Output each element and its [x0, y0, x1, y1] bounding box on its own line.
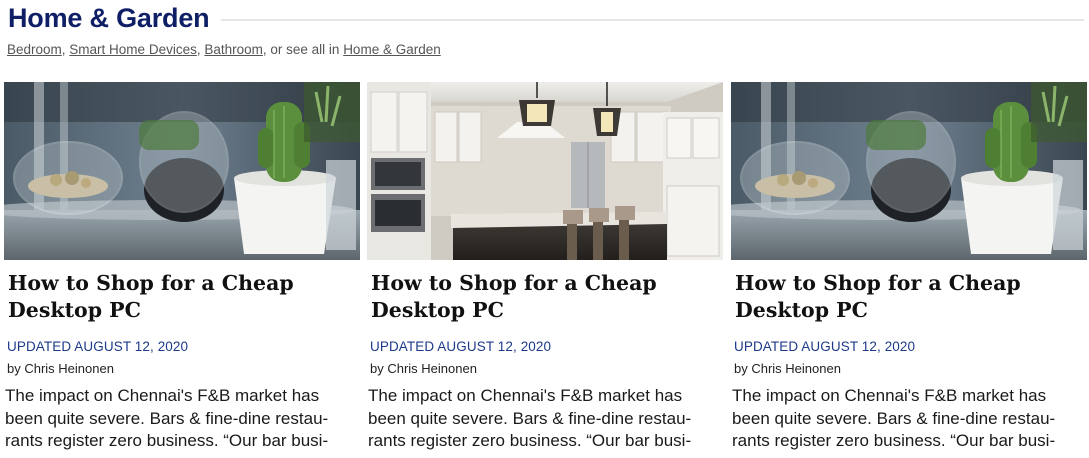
article-card[interactable]: How to Shop for a Cheap Desktop PC UPDAT… — [731, 82, 1087, 458]
updated-date: UPDATED AUGUST 12, 2020 — [734, 339, 916, 354]
excerpt-line: been quite severe. Bars & fine-dine rest… — [5, 408, 329, 428]
author-byline: by Chris Heinonen — [7, 361, 114, 376]
updated-date: UPDATED AUGUST 12, 2020 — [370, 339, 552, 354]
article-thumbnail[interactable] — [731, 82, 1087, 260]
updated-date: UPDATED AUGUST 12, 2020 — [7, 339, 189, 354]
excerpt-line: rants register zero business. “Our bar b… — [732, 431, 1056, 450]
section-title: Home & Garden — [8, 2, 210, 33]
article-excerpt: The impact on Chennai's F&B market has b… — [5, 385, 357, 453]
excerpt-line: been quite severe. Bars & fine-dine rest… — [368, 408, 692, 428]
cactus-planter-photo — [4, 82, 360, 260]
excerpt-line: The impact on Chennai's F&B market has — [732, 386, 1047, 405]
excerpt-line: been quite severe. Bars & fine-dine rest… — [732, 408, 1056, 428]
excerpt-line: rants register zero business. “Our bar b… — [5, 431, 329, 450]
article-headline[interactable]: How to Shop for a Cheap Desktop PC — [8, 270, 338, 324]
subnav-link-bedroom[interactable]: Bedroom — [7, 42, 62, 57]
excerpt-line: The impact on Chennai's F&B market has — [5, 386, 320, 405]
see-all-prefix: , or see all in — [262, 42, 344, 57]
article-card[interactable]: How to Shop for a Cheap Desktop PC UPDAT… — [4, 82, 360, 458]
article-thumbnail[interactable] — [4, 82, 360, 260]
author-byline: by Chris Heinonen — [370, 361, 477, 376]
subnav-link-see-all-home-garden[interactable]: Home & Garden — [343, 42, 441, 57]
article-headline[interactable]: How to Shop for a Cheap Desktop PC — [371, 270, 701, 324]
article-headline[interactable]: How to Shop for a Cheap Desktop PC — [735, 270, 1065, 324]
header-divider — [221, 19, 1084, 21]
section-header: Home & Garden — [8, 0, 1084, 36]
kitchen-island-photo — [367, 82, 723, 260]
article-card[interactable]: How to Shop for a Cheap Desktop PC UPDAT… — [367, 82, 723, 458]
subnav-link-bathroom[interactable]: Bathroom — [204, 42, 263, 57]
author-byline: by Chris Heinonen — [734, 361, 841, 376]
subnav-link-smart-home-devices[interactable]: Smart Home Devices — [69, 42, 197, 57]
category-subnav: Bedroom, Smart Home Devices, Bathroom, o… — [7, 42, 441, 57]
article-excerpt: The impact on Chennai's F&B market has b… — [368, 385, 720, 453]
article-excerpt: The impact on Chennai's F&B market has b… — [732, 385, 1084, 453]
excerpt-line: rants register zero business. “Our bar b… — [368, 431, 692, 450]
cactus-planter-photo — [731, 82, 1087, 260]
article-thumbnail[interactable] — [367, 82, 723, 260]
excerpt-line: The impact on Chennai's F&B market has — [368, 386, 683, 405]
